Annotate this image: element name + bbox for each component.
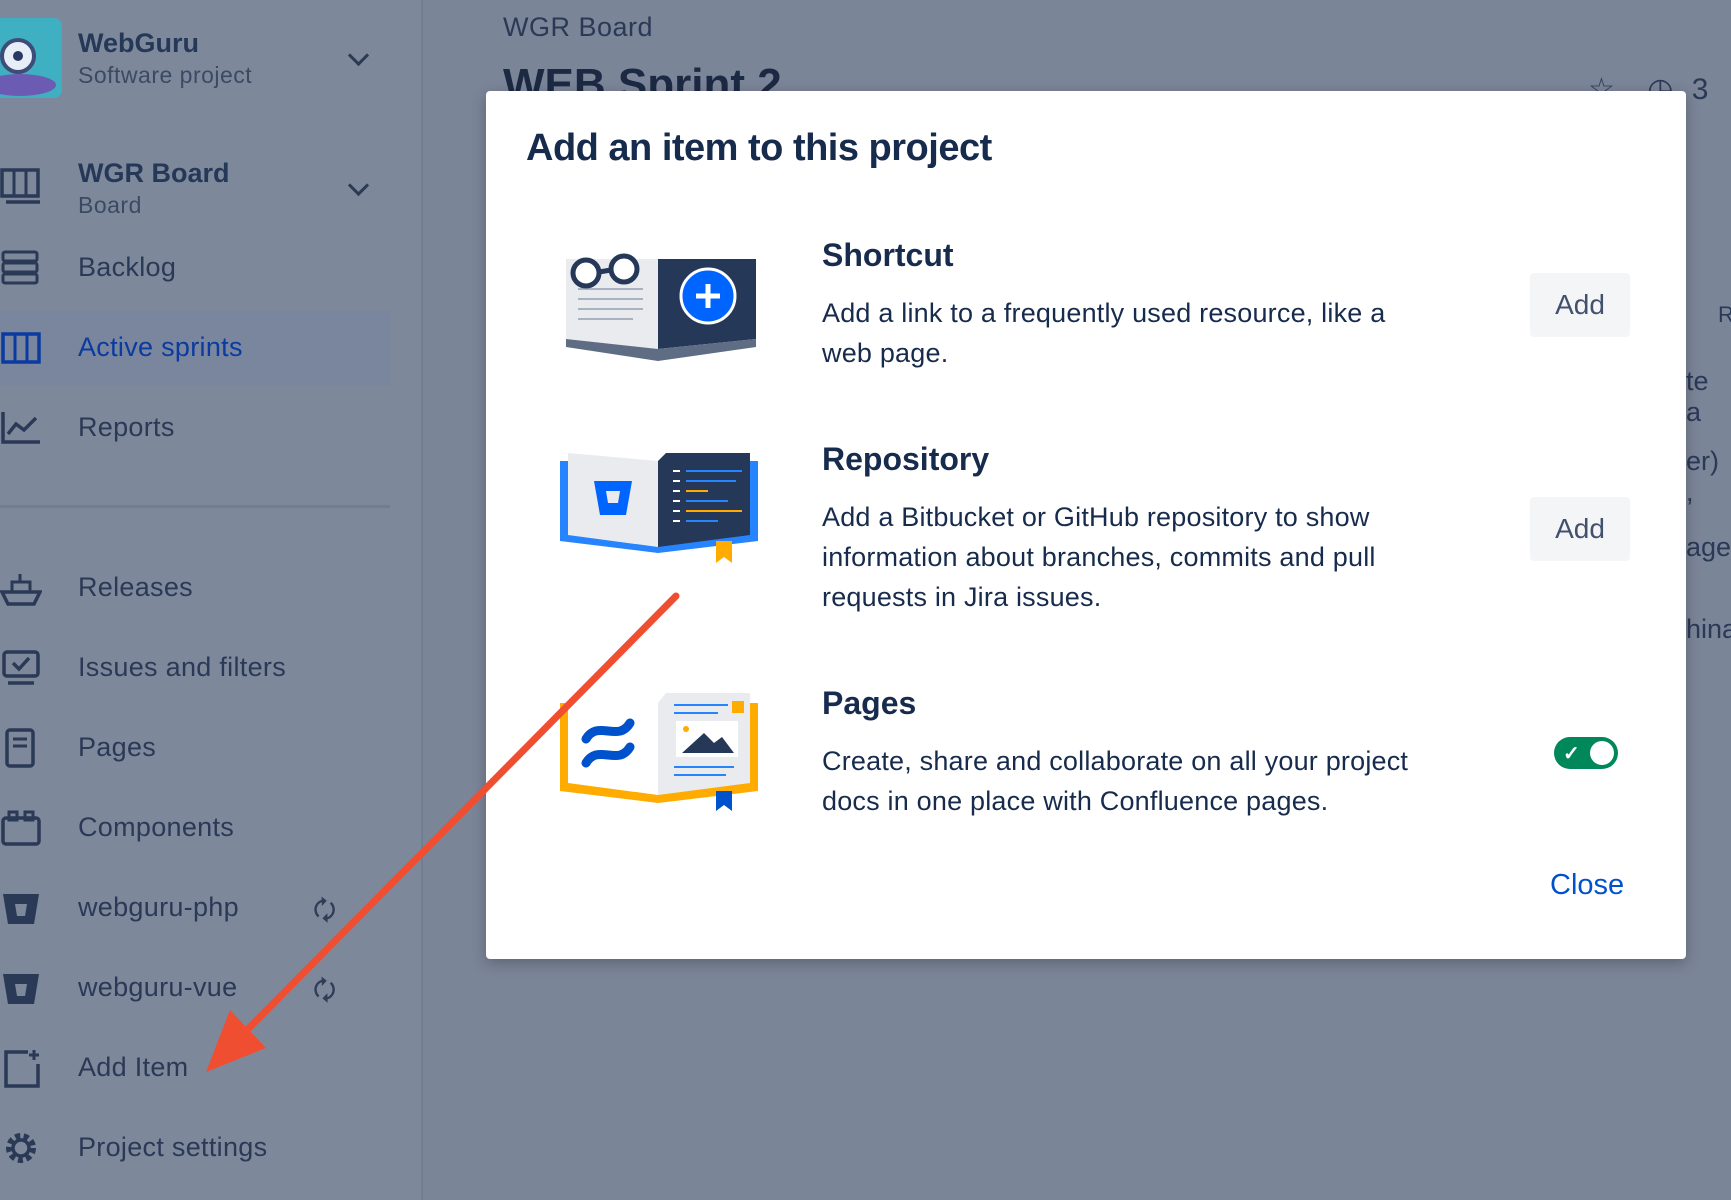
sidebar-item-issues-and-filters[interactable]: Issues and filters [0,630,390,706]
breadcrumb[interactable]: WGR Board [503,12,653,43]
board-type: Board [78,192,142,218]
pages-toggle[interactable]: ✓ [1554,737,1618,769]
chevron-down-icon[interactable] [347,44,370,67]
sidebar-divider [0,505,390,508]
sync-icon[interactable]: 🗘 [313,892,336,936]
close-button[interactable]: Close [1550,869,1624,902]
repository-book-illustration [560,453,758,563]
pages-icon [5,728,35,768]
sidebar-item-backlog[interactable]: Backlog [0,230,390,306]
page-title: WEB Sprint 2 [503,60,782,92]
sidebar-item-label: Releases [78,572,193,602]
sidebar-item-components[interactable]: Components [0,790,390,866]
repository-title: Repository [822,441,990,477]
releases-ship-icon [0,574,42,606]
project-name: WebGuru [78,28,199,58]
sidebar-item-pages[interactable]: Pages [0,710,390,786]
gear-icon [6,1133,36,1163]
board-switcher[interactable]: WGR Board Board [0,150,390,220]
sidebar-item-reports[interactable]: Reports [0,390,390,466]
sidebar-item-label: Project settings [78,1132,268,1162]
shortcut-title: Shortcut [822,237,954,273]
background-text: R [1718,302,1731,327]
project-avatar [0,18,62,98]
sync-icon[interactable]: 🗘 [313,972,336,1016]
sidebar-item-label: Pages [78,732,157,762]
add-item-icon [4,1050,40,1088]
pages-book-illustration [560,693,758,811]
shortcut-description: Add a link to a frequently used resource… [822,298,1386,368]
active-sprints-icon [1,332,41,364]
reports-icon [1,412,40,444]
background-text: age [1686,532,1731,562]
project-type: Software project [78,62,253,88]
pages-title: Pages [822,685,917,721]
background-text: te a [1686,366,1709,427]
add-repository-button[interactable]: Add [1530,497,1630,561]
sidebar-item-label: webguru-php [78,892,239,922]
board-icon [0,168,40,204]
sidebar-item-releases[interactable]: Releases [0,550,390,626]
background-text: er) , [1686,446,1719,507]
sidebar-item-webguru-vue[interactable]: webguru-vue 🗘 [0,950,390,1026]
sidebar-item-project-settings[interactable]: Project settings [0,1110,390,1186]
sidebar-item-label: webguru-vue [78,972,238,1002]
sidebar-item-label: Issues and filters [78,652,286,682]
pages-description: Create, share and collaborate on all you… [822,746,1409,816]
sidebar-item-label: Active sprints [78,332,243,362]
remaining-days: 3 [1691,73,1709,106]
sidebar-item-add-item[interactable]: Add Item [0,1030,390,1106]
bitbucket-repo-icon [3,894,39,924]
sidebar-item-label: Reports [78,412,175,442]
add-shortcut-button[interactable]: Add [1530,273,1630,337]
components-icon [1,810,41,846]
project-header[interactable]: WebGuru Software project [0,18,400,98]
sidebar-item-active-sprints[interactable]: Active sprints [0,310,390,386]
backlog-icon [1,250,39,285]
repository-description: Add a Bitbucket or GitHub repository to … [822,502,1376,612]
dialog-title: Add an item to this project [526,127,992,169]
check-icon: ✓ [1563,743,1580,765]
background-text: hina [1686,614,1731,644]
shortcut-book-illustration [566,253,756,361]
project-sidebar: WebGuru Software project WGR Board Board… [0,0,423,1200]
issues-icon [2,650,40,685]
sidebar-item-label: Backlog [78,252,177,282]
chevron-down-icon[interactable] [347,174,370,197]
add-item-dialog: Add an item to this project Shortcut Add… [486,91,1686,959]
toggle-knob [1590,741,1614,765]
board-name: WGR Board [78,158,230,188]
sidebar-item-label: Components [78,812,235,842]
sidebar-item-label: Add Item [78,1052,189,1082]
sidebar-item-webguru-php[interactable]: webguru-php 🗘 [0,870,390,946]
bitbucket-repo-icon [3,974,39,1004]
